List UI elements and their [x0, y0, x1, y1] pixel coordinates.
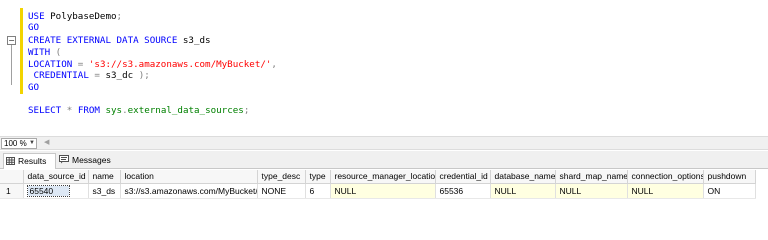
- code-line[interactable]: GO: [28, 82, 39, 93]
- grid-icon: [6, 155, 15, 169]
- code-line[interactable]: GO: [28, 22, 39, 33]
- change-marker: [20, 8, 23, 94]
- table-cell-null[interactable]: NULL: [330, 183, 436, 199]
- code-token: *: [66, 105, 78, 116]
- table-cell-null[interactable]: NULL: [490, 183, 556, 199]
- table-cell[interactable]: NONE: [257, 183, 306, 199]
- tab-messages[interactable]: Messages: [57, 153, 117, 169]
- code-line[interactable]: USE PolybaseDemo;: [28, 11, 122, 22]
- table-cell-null[interactable]: NULL: [627, 183, 704, 199]
- code-line[interactable]: CREDENTIAL = s3_dc );: [28, 70, 150, 81]
- scroll-left-icon[interactable]: ◀: [44, 138, 49, 146]
- code-token: SELECT: [28, 105, 67, 116]
- code-token: CREDENTIAL: [33, 70, 95, 81]
- chevron-down-icon: ▼: [29, 140, 35, 146]
- code-token: =: [77, 59, 89, 70]
- code-token: GO: [28, 82, 40, 93]
- table-cell[interactable]: s3://s3.amazonaws.com/MyBucket/: [120, 183, 258, 199]
- results-table: data_source_id name location type_desc t…: [0, 170, 756, 199]
- tab-results-label: Results: [18, 156, 47, 166]
- collapse-icon[interactable]: −: [7, 36, 16, 45]
- code-token: );: [138, 70, 150, 81]
- code-token: ;: [243, 105, 250, 116]
- row-number-header[interactable]: [0, 170, 24, 184]
- messages-icon: [59, 154, 69, 168]
- row-number[interactable]: 1: [0, 183, 24, 199]
- column-header[interactable]: database_name: [490, 170, 556, 184]
- code-line[interactable]: WITH (: [28, 47, 61, 58]
- code-token: ,: [271, 59, 277, 70]
- outline-guide: [11, 43, 12, 85]
- column-header[interactable]: credential_id: [435, 170, 491, 184]
- code-token: CREATE EXTERNAL DATA SOURCE: [28, 35, 183, 46]
- code-token: LOCATION: [28, 59, 78, 70]
- column-header[interactable]: type_desc: [257, 170, 306, 184]
- column-header[interactable]: location: [120, 170, 258, 184]
- code-token: s3_ds: [182, 35, 211, 46]
- tab-messages-label: Messages: [72, 155, 111, 165]
- code-token: =: [94, 70, 106, 81]
- table-cell-null[interactable]: NULL: [555, 183, 628, 199]
- column-header[interactable]: connection_options: [627, 170, 704, 184]
- zoom-value: 100 %: [4, 139, 27, 148]
- code-token: 's3://s3.amazonaws.com/MyBucket/': [88, 59, 272, 70]
- tab-results[interactable]: Results: [3, 153, 56, 169]
- table-cell[interactable]: 6: [305, 183, 331, 199]
- column-header[interactable]: pushdown: [703, 170, 756, 184]
- column-header[interactable]: type: [305, 170, 331, 184]
- code-line[interactable]: SELECT * FROM sys.external_data_sources;: [28, 105, 249, 116]
- code-token: FROM: [77, 105, 106, 116]
- code-line[interactable]: CREATE EXTERNAL DATA SOURCE s3_ds: [28, 35, 211, 46]
- results-tabstrip: Results Messages: [0, 151, 768, 169]
- editor-status-strip: 100 % ▼ ◀: [0, 136, 768, 150]
- code-token: PolybaseDemo: [50, 11, 117, 22]
- column-header[interactable]: shard_map_name: [555, 170, 628, 184]
- code-line[interactable]: LOCATION = 's3://s3.amazonaws.com/MyBuck…: [28, 59, 277, 70]
- code-token: WITH: [28, 47, 56, 58]
- table-cell[interactable]: 65536: [435, 183, 491, 199]
- table-cell-selected[interactable]: 65540: [23, 183, 89, 199]
- results-grid[interactable]: data_source_id name location type_desc t…: [0, 170, 768, 205]
- query-editor[interactable]: − USE PolybaseDemo; GO CREATE EXTERNAL D…: [0, 0, 768, 135]
- header-row: data_source_id name location type_desc t…: [0, 170, 756, 184]
- table-cell[interactable]: ON: [703, 183, 756, 199]
- zoom-dropdown[interactable]: 100 % ▼: [1, 138, 37, 149]
- code-token: (: [55, 47, 62, 58]
- code-token: sys: [105, 105, 123, 116]
- column-header[interactable]: resource_manager_location: [330, 170, 436, 184]
- table-cell[interactable]: s3_ds: [88, 183, 121, 199]
- code-token: s3_dc: [105, 70, 139, 81]
- code-token: external_data_sources: [127, 105, 244, 116]
- column-header[interactable]: data_source_id: [23, 170, 89, 184]
- code-token: GO: [28, 22, 40, 33]
- cell-value: 65540: [26, 184, 71, 197]
- table-row: 1 65540 s3_ds s3://s3.amazonaws.com/MyBu…: [0, 183, 756, 199]
- code-token: USE: [28, 11, 51, 22]
- code-token: ;: [116, 11, 123, 22]
- column-header[interactable]: name: [88, 170, 121, 184]
